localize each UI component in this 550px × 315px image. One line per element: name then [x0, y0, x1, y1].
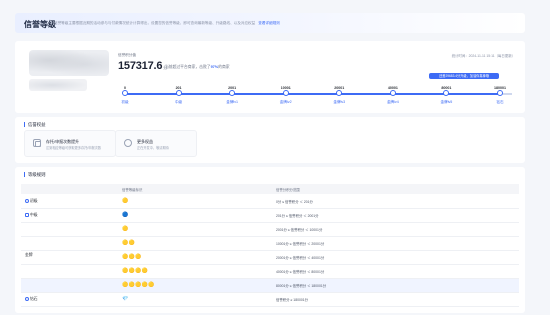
benefits-card: 信誉权益 存托/申报次数提升 达到相应等级可获取更多存托/申报次数 更多权益 正…: [15, 117, 525, 163]
score-range: 10001分 ≤ 信誉积分 ＜ 20001分: [276, 242, 325, 246]
table-header: 信誉等级标识 信誉分积分范围: [21, 184, 519, 194]
tick-value: 2001: [228, 86, 237, 90]
level-badge: 🟡🟡🟡🟡: [122, 268, 149, 274]
level-cell: 初级: [25, 199, 38, 204]
beat-note: 当前超过平台商家，击败了97%的商家: [165, 65, 230, 70]
info-icon: [25, 213, 29, 217]
level-name: 钻石: [30, 297, 38, 301]
level-cell: 中级: [25, 213, 38, 218]
table-row: 🟡 2001分 ≤ 信誉积分 ＜ 10001分: [21, 223, 519, 237]
progress-dot: [389, 90, 396, 96]
level-badge: 🟡🟡🟡: [122, 254, 142, 260]
progress-dot: [282, 90, 289, 96]
level-badge: 🔵: [122, 212, 129, 218]
tick-value: 0: [124, 86, 126, 90]
score-range: 201分 ≤ 信誉积分 ＜ 2001分: [276, 214, 319, 218]
page-title: 信誉等级: [24, 20, 56, 29]
benefits-title: 信誉权益: [24, 122, 46, 127]
stat-time: 统计时间：2024-11-11 15:11（每日更新）: [451, 54, 515, 58]
table-row: 钻石 💎 信誉积分 ≥ 180001分: [21, 293, 519, 307]
current-score-label: 信誉积分值: [118, 53, 136, 57]
upgrade-tooltip: 还差29683.4分升级，加油你真棒哦: [429, 73, 499, 79]
info-icon: [25, 199, 29, 203]
tick-value: 201: [175, 86, 182, 90]
tick-value: 180001: [494, 86, 506, 90]
table-row: 初级 🟡 0分 ≤ 信誉积分 ＜ 201分: [21, 195, 519, 209]
tick-value: 20001: [334, 86, 345, 90]
level-name: 中级: [30, 213, 38, 217]
progress-dot: [175, 90, 182, 96]
column-header-badge: 信誉等级标识: [122, 188, 143, 192]
description-text: 信誉等级主要根据近期的活动参与与付款情况统计计算得出，设置您的信誉等级，即可查询…: [54, 21, 256, 25]
beat-note-suffix: 的商家: [218, 65, 230, 69]
table-row: 🟡🟡🟡 20001分 ≤ 信誉积分 ＜ 40001分: [21, 251, 519, 265]
tick-level: 金牌lv4: [386, 100, 399, 104]
shop-name-blurred: [29, 79, 87, 91]
box-icon: [33, 139, 41, 147]
table-row: 🟡🟡🟡🟡 40001分 ≤ 信誉积分 ＜ 80001分: [21, 265, 519, 279]
tick-value: 40001: [387, 86, 398, 90]
score-range: 0分 ≤ 信誉积分 ＜ 201分: [276, 200, 313, 204]
rules-title: 等级规则: [24, 172, 46, 177]
level-cell: 钻石: [25, 297, 38, 302]
level-card: 信誉积分值 157317.6分 当前超过平台商家，击败了97%的商家 统计时间：…: [15, 41, 525, 113]
merged-level-gold: 金牌: [25, 253, 33, 257]
gift-icon: [124, 139, 132, 147]
beat-note-prefix: 当前超过平台商家，击败了: [165, 65, 211, 69]
current-score: 157317.6分: [118, 60, 167, 72]
credit-level-page: 信誉等级 信誉等级主要根据近期的活动参与与付款情况统计计算得出，设置您的信誉等级…: [15, 13, 525, 313]
table-row: 🟡🟡🟡🟡🟡 80001分 ≤ 信誉积分 ＜ 180001分: [21, 279, 519, 293]
tick-value: 10001: [280, 86, 291, 90]
level-badge: 🟡: [122, 226, 129, 232]
tick-value: 80001: [441, 86, 452, 90]
tick-level: 金牌lv3: [333, 100, 346, 104]
page-header: 信誉等级 信誉等级主要根据近期的活动参与与付款情况统计计算得出，设置您的信誉等级…: [15, 13, 525, 33]
benefit-sub: 达到相应等级可获取更多存托/申报次数: [46, 146, 102, 150]
rules-card: 等级规则 信誉等级标识 信誉分积分范围 初级 🟡 0分 ≤ 信誉积分 ＜ 201分中…: [15, 167, 525, 313]
tick-level: 金牌lv1: [226, 100, 239, 104]
table-row: 🟡🟡 10001分 ≤ 信誉积分 ＜ 20001分: [21, 237, 519, 251]
progress-dot: [122, 90, 128, 96]
tick-level: 金牌lv5: [440, 100, 453, 104]
tick-level: 金牌lv2: [279, 100, 292, 104]
column-header-range: 信誉分积分范围: [276, 188, 300, 192]
level-badge: 🟡🟡: [122, 240, 136, 246]
score-range: 2001分 ≤ 信誉积分 ＜ 10001分: [276, 228, 323, 232]
level-badge: 🟡: [122, 198, 129, 204]
benefit-sub: 正在开发中，敬请期待: [137, 146, 169, 150]
level-name: 初级: [30, 199, 38, 203]
level-badge: 💎: [122, 296, 129, 302]
progress-dot: [443, 90, 450, 96]
shop-avatar-blurred: [29, 50, 109, 76]
score-range: 20001分 ≤ 信誉积分 ＜ 40001分: [276, 256, 325, 260]
table-row: 中级 🔵 201分 ≤ 信誉积分 ＜ 2001分: [21, 209, 519, 223]
tick-level: 初级: [121, 100, 129, 104]
score-range: 40001分 ≤ 信誉积分 ＜ 80001分: [276, 270, 325, 274]
progress-dot: [336, 90, 343, 96]
page-description: 信誉等级主要根据近期的活动参与与付款情况统计计算得出，设置您的信誉等级，即可查询…: [54, 21, 280, 26]
rules-detail-link[interactable]: 查看详细规则: [258, 21, 280, 25]
tick-level: 中级: [174, 100, 183, 104]
progress-dot: [229, 90, 236, 96]
current-score-value: 157317.6: [118, 60, 163, 72]
info-icon: [25, 297, 29, 301]
benefit-item-quota[interactable]: 存托/申报次数提升 达到相应等级可获取更多存托/申报次数: [24, 130, 116, 157]
progress-dot: [497, 90, 503, 96]
benefit-item-more[interactable]: 更多权益 正在开发中，敬请期待: [115, 130, 197, 157]
score-range: 80001分 ≤ 信誉积分 ＜ 180001分: [276, 284, 327, 288]
level-badge: 🟡🟡🟡🟡🟡: [122, 282, 155, 288]
score-range: 信誉积分 ≥ 180001分: [276, 298, 309, 302]
tick-level: 钻石: [496, 100, 504, 104]
